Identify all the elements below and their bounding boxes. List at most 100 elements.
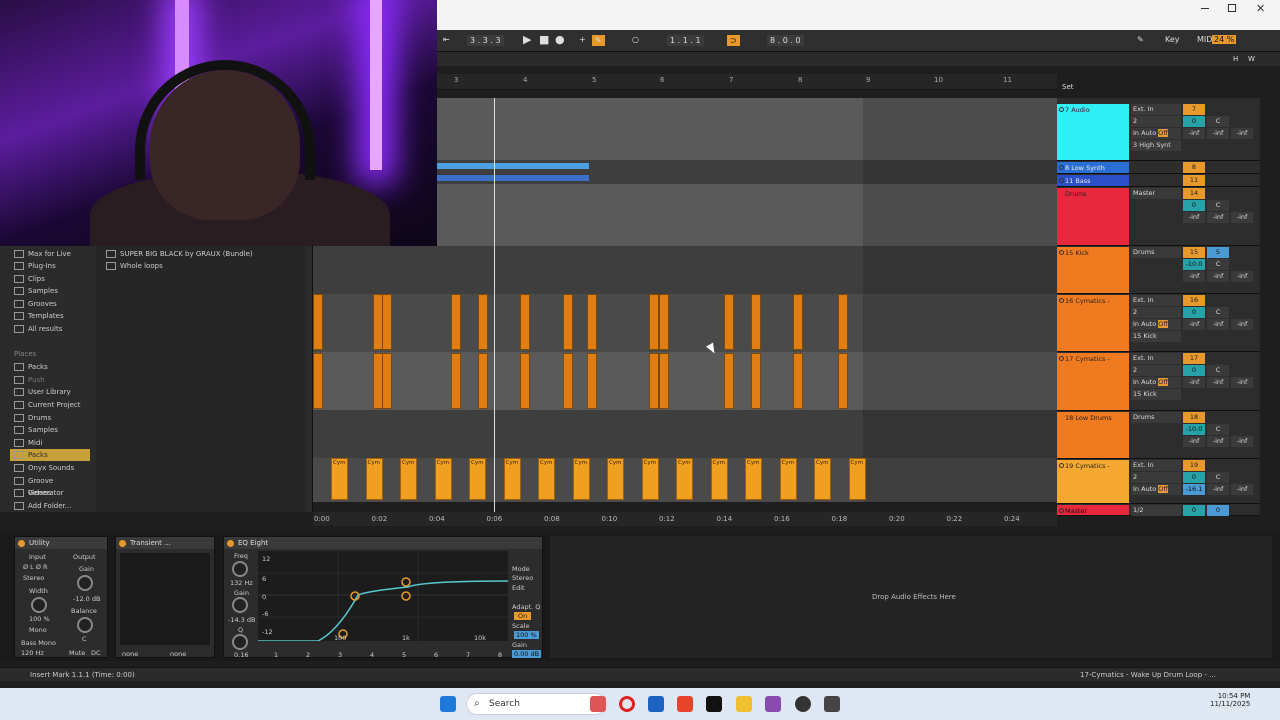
q-knob[interactable] [232,634,248,650]
audio-clip[interactable] [382,294,392,350]
arrangement-toggle-icon[interactable]: ⇤ [443,35,450,44]
time-ruler[interactable]: 0:00 0:02 0:04 0:06 0:08 0:10 0:12 0:14 0:16 0:18… [313,512,1057,526]
output-select[interactable]: Master [1131,188,1181,199]
adapt-q-toggle[interactable]: On [514,612,532,620]
browser-item[interactable]: Max for Live [10,248,90,260]
place-item[interactable]: Push [10,374,90,386]
browser-item[interactable]: Clips [10,273,90,285]
monitor-switch[interactable]: In Auto Off [1131,128,1181,139]
transient-select[interactable]: none [122,650,138,658]
eq-gain-knob[interactable] [232,597,248,613]
eq-band-button[interactable]: 7 [466,651,470,659]
eq-band-button[interactable]: 8 [498,651,502,659]
audio-clip[interactable] [793,294,803,350]
track-power-icon[interactable] [1059,107,1064,112]
play-icon[interactable]: ▶ [523,33,531,46]
input-select[interactable]: Ext. In [1131,104,1181,115]
freq-knob[interactable] [232,561,248,577]
place-item[interactable]: Onyx Sounds [10,462,90,474]
dc-button[interactable]: DC [91,649,101,657]
audio-clip[interactable]: Cym [676,458,693,500]
place-item-selected[interactable]: Packs [10,449,90,461]
track-header[interactable]: 15 Kick [1057,247,1129,293]
audio-clip[interactable] [382,353,392,409]
track-header[interactable]: 18 Low Drums [1057,412,1129,458]
bass-mono-freq[interactable]: 120 Hz [21,649,44,657]
audio-clip[interactable] [451,353,461,409]
key-map-button[interactable]: Key [1165,35,1180,44]
mute-button[interactable]: Mute [69,649,85,657]
loop-start[interactable]: 1 . 1 . 1 [667,35,704,46]
audio-clip[interactable] [838,294,848,350]
audio-clip[interactable] [587,294,597,350]
place-item[interactable]: Groove Generator [10,475,90,497]
stop-icon[interactable]: ■ [539,33,549,46]
audio-clip[interactable]: Cym [745,458,762,500]
song-position[interactable]: 3 . 3 . 3 [467,35,504,46]
audio-clip[interactable] [649,294,659,350]
browser-item[interactable]: All results [10,323,90,335]
audio-clip[interactable]: Cym [641,458,659,500]
arrangement-upper-lanes[interactable] [437,98,1057,246]
audio-clip[interactable]: Cym [503,458,521,500]
transient-display[interactable] [120,553,210,645]
windows-start-icon[interactable] [440,696,456,712]
device-drop-zone[interactable]: Drop Audio Effects Here [550,536,1272,658]
eq-band-button[interactable]: 4 [370,651,374,659]
place-item[interactable]: Videos [10,487,90,499]
h-toggle[interactable]: H [1233,55,1238,63]
device-power-icon[interactable] [119,540,126,547]
track-row[interactable]: Drums Master 14 0 C -inf -inf -inf [1057,188,1260,246]
audio-clip[interactable]: Cym [779,458,797,500]
width-knob[interactable] [31,597,47,613]
track-row[interactable]: 18 Low Drums Drums 18 -10.0 C -inf -inf -inf [1057,412,1260,459]
track-header[interactable]: 8 Low Synth [1057,162,1129,173]
balance-knob[interactable] [77,617,93,633]
app-icon[interactable] [648,696,664,712]
stereo-select[interactable]: Stereo [23,574,44,582]
device-power-icon[interactable] [227,540,234,547]
audio-clip[interactable] [563,353,573,409]
browser-item[interactable]: Templates [10,310,90,322]
place-item[interactable]: Samples [10,424,90,436]
audio-clip[interactable] [751,294,761,350]
maximize-icon[interactable] [1228,4,1236,12]
audio-clip[interactable]: Cym [814,458,831,500]
loop-icon[interactable]: ○ [632,35,639,44]
place-item[interactable]: Add Folder... [10,500,90,512]
app-icon[interactable] [824,696,840,712]
track-row[interactable]: 16 Cymatics - Ext. In 2 In Auto Off 15 Kick… [1057,295,1260,352]
ableton-live-icon[interactable] [706,696,722,712]
track-header[interactable]: 7 Audio [1057,104,1129,160]
audio-clip[interactable] [793,353,803,409]
audio-clip[interactable] [478,294,488,350]
system-clock[interactable]: 10:54 PM 11/11/2025 [1210,692,1250,708]
playhead[interactable] [494,98,495,518]
audio-clip[interactable] [587,353,597,409]
device-power-icon[interactable] [18,540,25,547]
eq-band-button[interactable]: 3 [338,651,342,659]
gain-knob[interactable] [77,575,93,591]
audio-clip[interactable]: Cym [538,458,555,500]
browser-item[interactable]: Plug-Ins [10,260,90,272]
audio-clip[interactable] [520,353,530,409]
audio-clip[interactable]: Cym [434,458,452,500]
track-header[interactable]: 19 Cymatics - [1057,460,1129,503]
track-header[interactable]: 16 Cymatics - [1057,295,1129,351]
track-row[interactable]: 11 Bass 11 [1057,175,1260,187]
browser-item[interactable]: Grooves [10,298,90,310]
track-header[interactable]: Drums [1057,188,1129,245]
set-label[interactable]: Set [1062,83,1074,91]
phase-buttons[interactable]: Ø L Ø R [23,563,48,571]
automation-arm-icon[interactable]: ✎ [592,35,605,46]
audio-clip[interactable]: Cym [572,458,590,500]
app-icon[interactable] [795,696,811,712]
audio-clip[interactable] [724,294,734,350]
w-toggle[interactable]: W [1248,55,1255,63]
audio-clip[interactable]: Cym [710,458,728,500]
audio-clip[interactable] [659,294,669,350]
audio-clip[interactable] [478,353,488,409]
place-item[interactable]: User Library [10,386,90,398]
track-row[interactable]: Master 1/2 00 [1057,505,1260,516]
taskbar-search[interactable]: ⌕ Search [466,693,606,715]
